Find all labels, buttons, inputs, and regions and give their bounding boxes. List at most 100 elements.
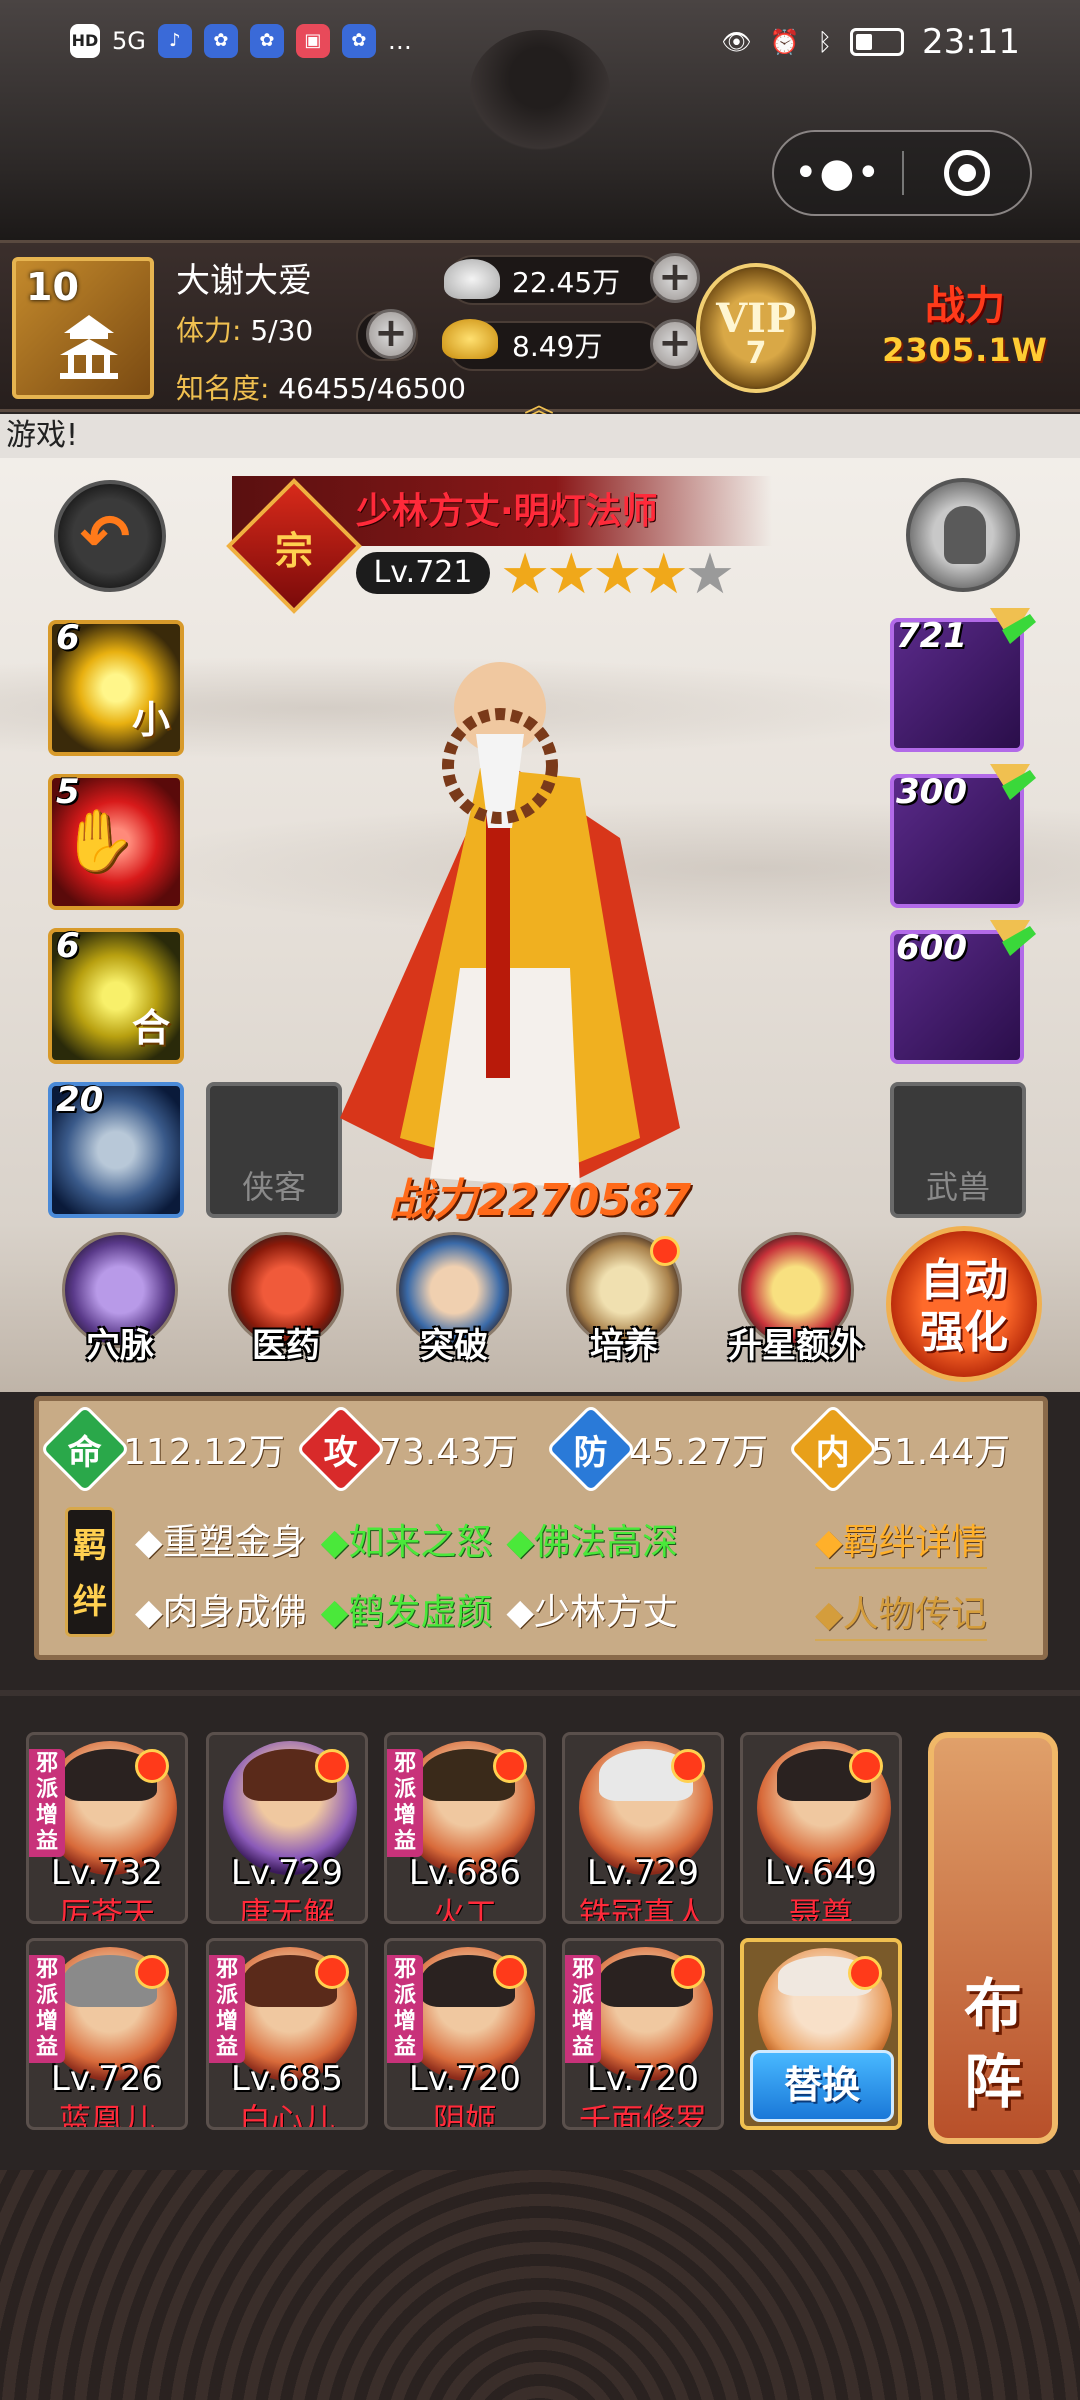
team-member[interactable]: 邪派增益 Lv.726 蓝凰儿 (26, 1938, 188, 2130)
notification-dot (315, 1749, 349, 1783)
bond-detail-link[interactable]: ◆羁绊详情 (815, 1513, 987, 1569)
signal-icon: 5G (112, 27, 146, 55)
cultivate-button[interactable]: 培养 (554, 1232, 694, 1388)
target-icon (943, 150, 990, 196)
evil-bonus-tag: 邪派增益 (209, 1955, 245, 2063)
bond-row-2: ◆肉身成佛 ◆鹤发虚颜 ◆少林方丈 (135, 1583, 692, 1635)
skill-slot-1[interactable]: 6 小 (48, 618, 184, 756)
skill-slot-4[interactable]: 20 (48, 1080, 184, 1218)
member-level: Lv.649 (764, 1853, 878, 1893)
team-member[interactable]: Lv.729 铁冠真人 (562, 1732, 724, 1924)
notification-dot (671, 1955, 705, 1989)
mount-button[interactable] (906, 478, 1020, 592)
hero-area: ↶ 宗 少林方丈·明灯法师 Lv.721 ★★★★★ 6 小 5 ✋ 6 合 2… (0, 458, 1080, 1228)
fame: 知名度: 46455/46500 (176, 367, 466, 407)
baidu-app-icon-3: ✿ (341, 24, 376, 58)
member-name: 聂尊 (788, 1895, 853, 1924)
func-label: 升星额外 (728, 1326, 864, 1366)
stat-value: 51.44万 (871, 1432, 1011, 1473)
upgrade-arrow-icon (990, 608, 1036, 644)
close-miniprogram-button[interactable] (904, 150, 1030, 196)
bond-item: ◆鹤发虚颜 (320, 1592, 493, 1633)
current-hero-card[interactable]: 替换 (740, 1938, 902, 2130)
evil-bonus-tag: 邪派增益 (387, 1955, 423, 2063)
meridian-button[interactable]: 穴脉 (50, 1232, 190, 1388)
equip-slot-armor[interactable]: 300 (890, 764, 1036, 908)
bond-item: ◆少林方丈 (506, 1592, 679, 1633)
add-silver-button[interactable]: + (650, 253, 700, 303)
status-time: 23:11 (922, 22, 1020, 62)
notification-dot (650, 1236, 680, 1266)
hero-level: Lv.721 (356, 552, 490, 594)
swap-button[interactable]: 替换 (750, 2050, 894, 2122)
hero-stars: ★★★★★ (500, 542, 735, 607)
team-member[interactable]: 邪派增益 Lv.720 千面修罗 (562, 1938, 724, 2130)
team-member[interactable]: 邪派增益 Lv.720 阴姬 (384, 1938, 546, 2130)
stat-attack: 攻 73.43万 (295, 1403, 519, 1495)
total-power-value: 2305.1W (882, 331, 1048, 369)
add-stamina-button[interactable]: + (366, 309, 416, 359)
member-level: Lv.729 (230, 1853, 344, 1893)
status-left: HD 5G ♪ ✿ ✿ ▣ ✿ … (70, 24, 412, 58)
battery-icon (850, 28, 905, 56)
player-name: 大谢大爱 (176, 261, 312, 301)
team-member[interactable]: 邪派增益 Lv.685 白心儿 (206, 1938, 368, 2130)
skill-slot-2[interactable]: 5 ✋ (48, 772, 184, 910)
evil-bonus-tag: 邪派增益 (387, 1749, 423, 1857)
upgrade-arrow-icon (990, 920, 1036, 956)
breakthrough-button[interactable]: 突破 (384, 1232, 524, 1388)
more-menu-icon[interactable]: •●• (774, 150, 902, 196)
team-member[interactable]: 邪派增益 Lv.732 厉苍天 (26, 1732, 188, 1924)
gold-ingot-icon (442, 319, 498, 359)
stat-row: 命 112.12万 攻 73.43万 防 45.27万 内 51.44万 (39, 1403, 1043, 1495)
auto-enhance-button[interactable]: 自动 强化 (886, 1226, 1042, 1382)
silver-amount: 22.45万 (512, 266, 621, 299)
hp-icon: 命 (39, 1403, 131, 1495)
red-app-icon: ▣ (295, 24, 330, 58)
equip-slot-weapon[interactable]: 721 (890, 608, 1036, 752)
add-gold-button[interactable]: + (650, 319, 700, 369)
formation-line2: 阵 (963, 2048, 1022, 2116)
hero-power-value: 战力2270587 (388, 1175, 692, 1226)
team-member[interactable]: 邪派增益 Lv.686 火工 (384, 1732, 546, 1924)
player-info-bar: 10 大谢大爱 体力: 5/30 + 知名度: 46455/46500 22.4… (0, 240, 1080, 424)
skill-glyph: 小 (131, 698, 170, 742)
evil-bonus-tag: 邪派增益 (565, 1955, 601, 2063)
equip-level: 721 (896, 616, 967, 656)
vip-badge[interactable]: VIP 7 (696, 263, 816, 393)
back-button[interactable]: ↶ (54, 480, 166, 592)
biography-link[interactable]: ◆人物传记 (815, 1585, 987, 1641)
func-label: 突破 (420, 1326, 488, 1366)
skill-slot-3[interactable]: 6 合 (48, 926, 184, 1064)
team-member[interactable]: Lv.649 聂尊 (740, 1732, 902, 1924)
skill-glyph: 合 (131, 1006, 170, 1050)
team-area: 邪派增益 Lv.732 厉苍天 Lv.729 唐无解 邪派增益 Lv.686 火… (0, 1690, 1080, 2170)
baidu-app-icon: ✿ (203, 24, 238, 58)
notification-dot (135, 1955, 169, 1989)
equip-slot-accessory[interactable]: 600 (890, 920, 1036, 1064)
formation-button[interactable]: 布 阵 (928, 1732, 1058, 2144)
team-member[interactable]: Lv.729 唐无解 (206, 1732, 368, 1924)
auto-enhance-line2: 强化 (920, 1307, 1008, 1358)
total-power-label: 战力 (925, 282, 1005, 329)
upgrade-arrow-icon (990, 764, 1036, 800)
beast-slot[interactable]: 武兽 (890, 1082, 1026, 1218)
stamina-label: 体力: (176, 314, 242, 347)
medicine-button[interactable]: 医药 (216, 1232, 356, 1388)
bond-item: ◆重塑金身 (135, 1522, 307, 1563)
skill-level: 20 (56, 1080, 104, 1120)
star-icon: ★ (546, 542, 596, 607)
star-bonus-button[interactable]: 升星额外 (722, 1232, 870, 1388)
palm-icon: ✋ (61, 806, 136, 876)
member-level: Lv.686 (408, 1853, 522, 1893)
fame-label: 知名度: (176, 372, 270, 405)
player-level-box[interactable]: 10 (12, 257, 154, 399)
stat-internal: 内 51.44万 (787, 1403, 1011, 1495)
equip-level: 300 (896, 772, 967, 812)
bond-tag-bottom: 绊 (73, 1582, 107, 1622)
hero-power: 战力2270587 (360, 1164, 720, 1226)
stat-value: 73.43万 (379, 1432, 519, 1473)
stat-defense: 防 45.27万 (545, 1403, 768, 1495)
bond-item: ◆如来之怒 (320, 1522, 493, 1563)
beast-slot-label: 武兽 (925, 1168, 990, 1206)
